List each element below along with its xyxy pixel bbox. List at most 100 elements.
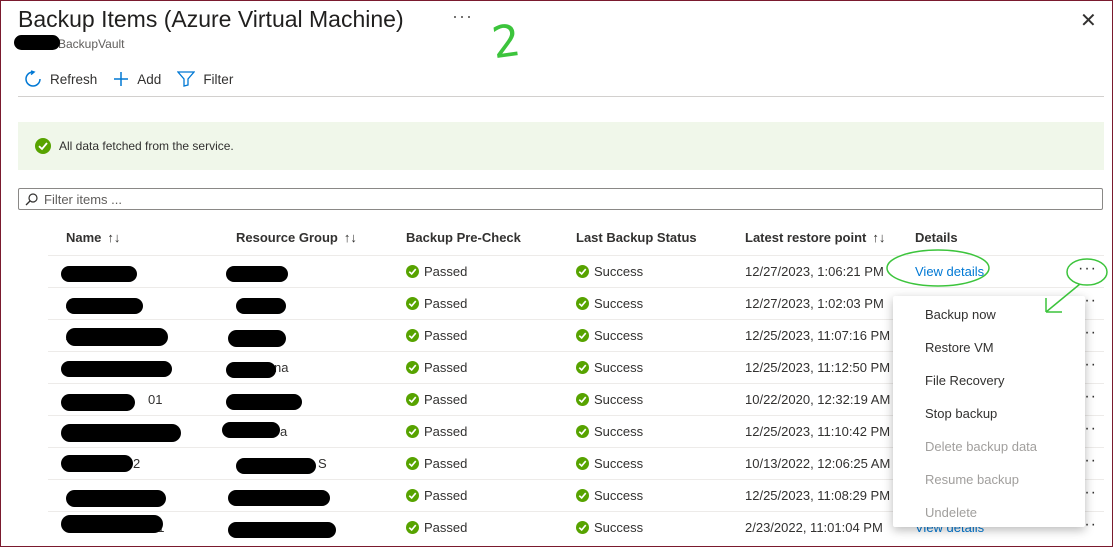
- check-circle-icon: [576, 457, 589, 470]
- menu-item-restore-vm[interactable]: Restore VM: [925, 340, 994, 355]
- add-button[interactable]: Add: [113, 71, 161, 87]
- check-circle-icon: [406, 297, 419, 310]
- check-circle-icon: [576, 393, 589, 406]
- column-header-restore-point[interactable]: Latest restore point ↑↓: [745, 230, 885, 245]
- check-circle-icon: [406, 457, 419, 470]
- row-status-text: Success: [594, 392, 644, 407]
- row-name[interactable]: 01: [148, 392, 162, 407]
- redaction-mark: [61, 266, 137, 282]
- row-status: Success: [576, 296, 643, 311]
- row-precheck: Passed: [406, 456, 467, 471]
- column-header-label: Last Backup Status: [576, 230, 697, 245]
- row-status-text: Success: [594, 488, 644, 503]
- check-circle-icon: [35, 138, 51, 154]
- row-precheck-text: Passed: [424, 392, 468, 407]
- row-restore-point: 12/25/2023, 11:08:29 PM: [745, 488, 890, 503]
- toolbar: Refresh Add Filter: [24, 68, 249, 90]
- sort-icon[interactable]: ↑↓: [344, 230, 357, 245]
- redaction-mark: [66, 328, 168, 346]
- refresh-button[interactable]: Refresh: [24, 70, 97, 88]
- menu-item-delete-backup-data: Delete backup data: [925, 439, 1038, 454]
- row-status-text: Success: [594, 328, 644, 343]
- check-circle-icon: [406, 393, 419, 406]
- row-status-text: Success: [594, 456, 644, 471]
- check-circle-icon: [406, 265, 419, 278]
- row-name-text: 01: [148, 392, 163, 407]
- column-header-precheck[interactable]: Backup Pre-Check: [406, 230, 521, 245]
- check-circle-icon: [406, 425, 419, 438]
- redaction-mark: [228, 490, 330, 506]
- redaction-mark: [61, 455, 133, 472]
- row-precheck-text: Passed: [424, 424, 468, 439]
- redaction-mark: [226, 362, 276, 378]
- redaction-mark: [61, 515, 163, 533]
- refresh-label: Refresh: [50, 71, 98, 87]
- menu-item-file-recovery[interactable]: File Recovery: [925, 373, 1004, 388]
- row-precheck: Passed: [406, 424, 467, 439]
- row-name[interactable]: 2: [133, 456, 140, 471]
- row-restore-point: 10/13/2022, 12:06:25 AM: [745, 456, 890, 471]
- menu-item-stop-backup[interactable]: Stop backup: [925, 406, 997, 421]
- close-icon[interactable]: ✕: [1080, 8, 1097, 33]
- row-resource-group: na: [274, 360, 288, 375]
- filter-icon: [177, 71, 196, 87]
- row-restore-point-text: 12/25/2023, 11:08:29 PM: [745, 488, 891, 503]
- row-restore-point-text: 12/27/2023, 1:02:03 PM: [745, 296, 884, 311]
- column-header-resource-group[interactable]: Resource Group ↑↓: [236, 230, 357, 245]
- row-resource-group-text: a: [280, 424, 288, 439]
- redaction-mark: [226, 266, 288, 282]
- column-header-label: Resource Group: [236, 230, 338, 245]
- check-circle-icon: [406, 521, 419, 534]
- vault-subtitle: BackupVault: [58, 37, 125, 51]
- row-restore-point: 10/22/2020, 12:32:19 AM: [745, 392, 890, 407]
- row-status-text: Success: [594, 520, 644, 535]
- title-more-button[interactable]: ···: [452, 6, 473, 27]
- view-details-link[interactable]: View details: [915, 264, 984, 279]
- check-circle-icon: [576, 361, 589, 374]
- row-precheck-text: Passed: [424, 264, 468, 279]
- filter-label: Filter: [203, 71, 234, 87]
- sort-icon[interactable]: ↑↓: [872, 230, 885, 245]
- filter-button[interactable]: Filter: [177, 71, 233, 87]
- row-restore-point-text: 12/25/2023, 11:07:16 PM: [745, 328, 891, 343]
- row-restore-point: 12/25/2023, 11:12:50 PM: [745, 360, 890, 375]
- row-divider: [48, 255, 1104, 256]
- filter-placeholder: Filter items ...: [44, 191, 123, 207]
- sort-icon[interactable]: ↑↓: [107, 230, 120, 245]
- menu-item-undelete: Undelete: [925, 505, 978, 520]
- search-icon: [25, 192, 38, 205]
- row-name-text: 2: [133, 456, 141, 471]
- check-circle-icon: [406, 329, 419, 342]
- filter-items-input[interactable]: Filter items ...: [18, 188, 1103, 210]
- row-precheck-text: Passed: [424, 360, 468, 375]
- view-details-link-text: View details: [915, 264, 985, 279]
- redaction-mark: [61, 424, 181, 442]
- redaction-mark: [236, 298, 286, 314]
- redaction-mark: [226, 394, 302, 410]
- refresh-icon: [25, 70, 41, 87]
- column-header-details: Details: [915, 230, 958, 245]
- row-status: Success: [576, 264, 643, 279]
- menu-item-backup-now[interactable]: Backup now: [925, 307, 996, 322]
- column-header-label: Details: [915, 230, 958, 245]
- row-precheck: Passed: [406, 392, 467, 407]
- row-status: Success: [576, 488, 643, 503]
- row-context-menu: Backup now Restore VM File Recovery Stop ba…: [893, 296, 1085, 527]
- check-circle-icon: [576, 297, 589, 310]
- row-restore-point: 12/25/2023, 11:10:42 PM: [745, 424, 890, 439]
- row-more-button[interactable]: ···: [1078, 260, 1097, 278]
- row-restore-point-text: 10/22/2020, 12:32:19 AM: [745, 392, 891, 407]
- row-precheck: Passed: [406, 520, 467, 535]
- check-circle-icon: [576, 425, 589, 438]
- row-restore-point-text: 12/25/2023, 11:10:42 PM: [745, 424, 891, 439]
- column-header-last-backup[interactable]: Last Backup Status: [576, 230, 697, 245]
- row-precheck-text: Passed: [424, 296, 468, 311]
- row-restore-point-text: 12/25/2023, 11:12:50 PM: [745, 360, 891, 375]
- row-restore-point: 12/25/2023, 11:07:16 PM: [745, 328, 890, 343]
- row-restore-point-text: 12/27/2023, 1:06:21 PM: [745, 264, 884, 279]
- redaction-mark: [66, 490, 166, 507]
- column-header-name[interactable]: Name ↑↓: [66, 230, 120, 245]
- row-status: Success: [576, 360, 643, 375]
- check-circle-icon: [576, 489, 589, 502]
- row-resource-group: a: [280, 424, 287, 439]
